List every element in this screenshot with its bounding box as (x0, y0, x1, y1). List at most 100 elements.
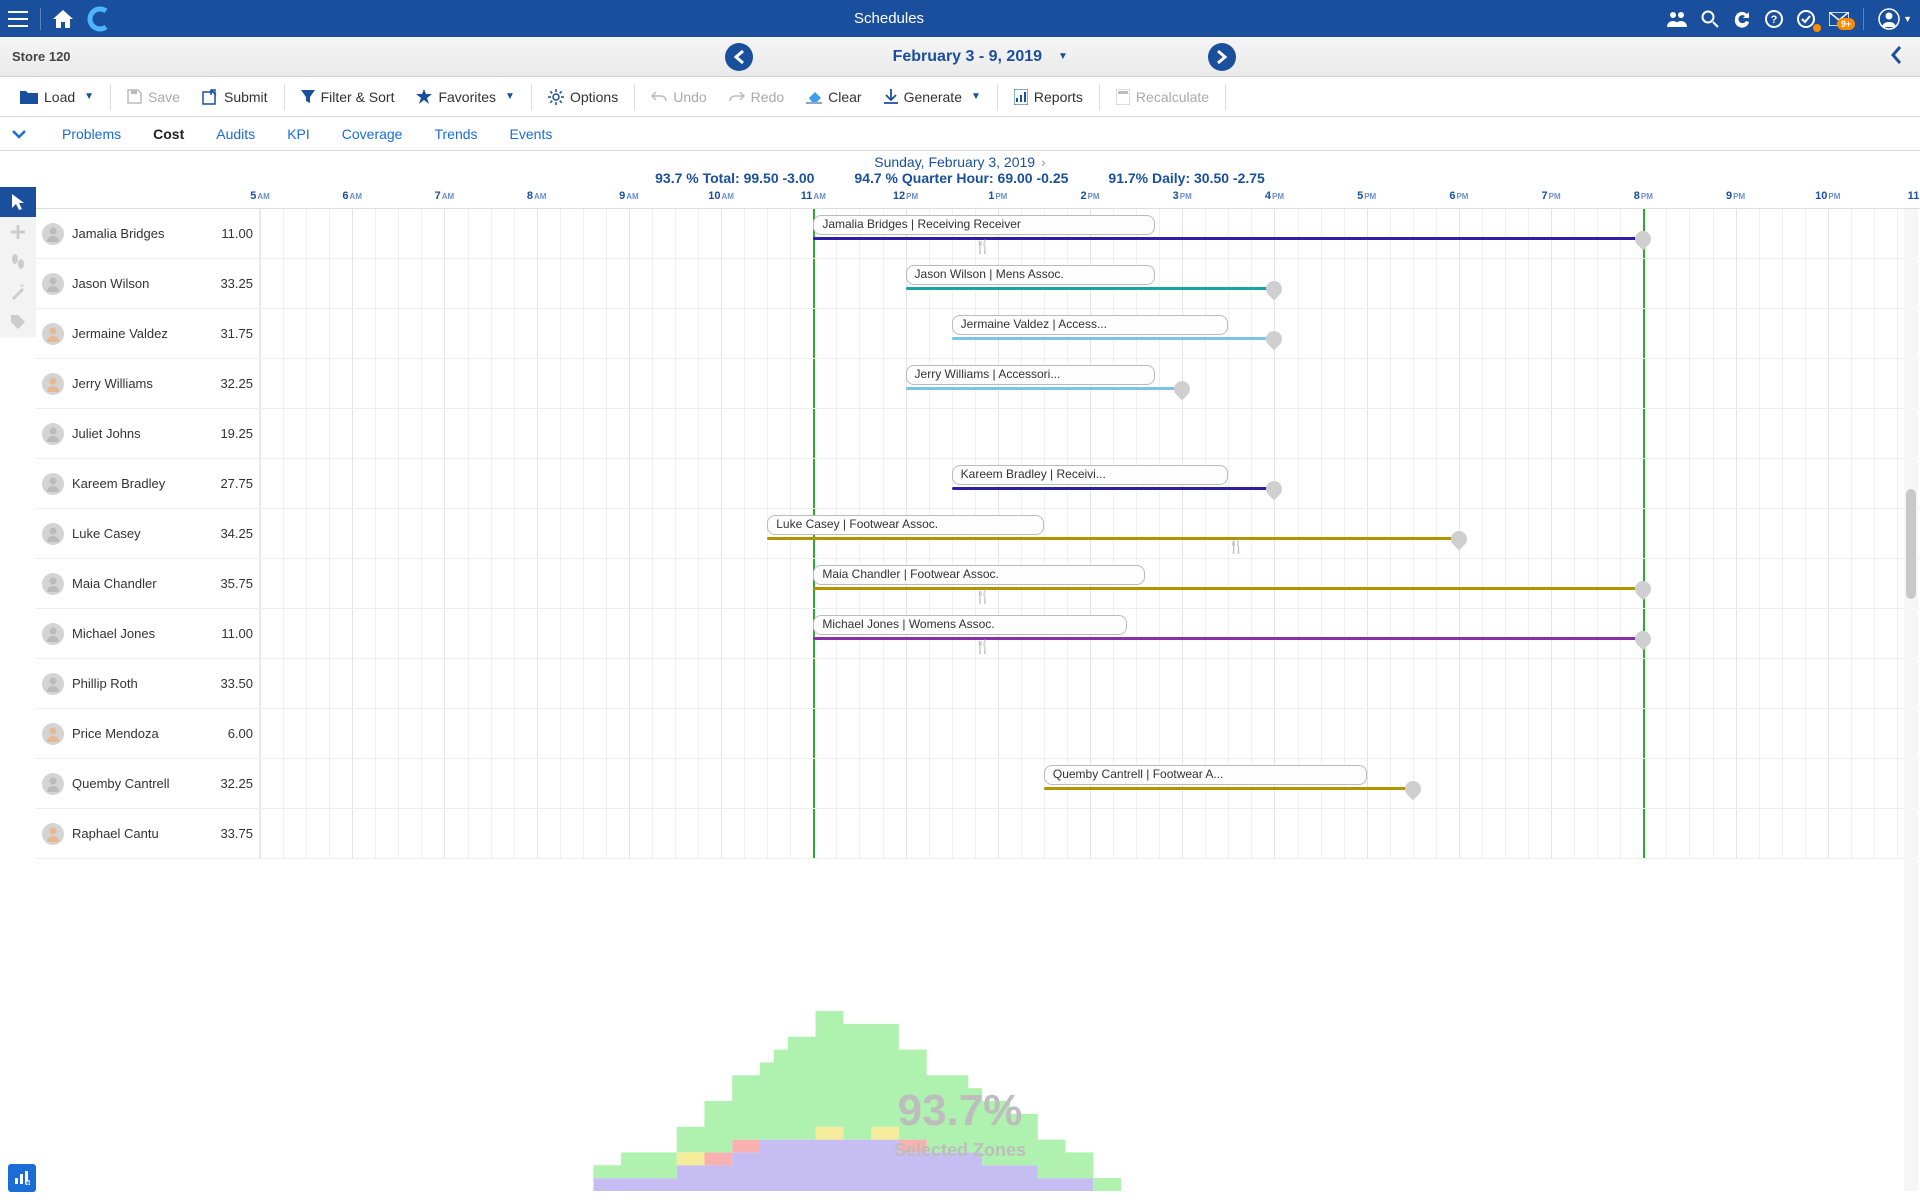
employee-row: Jermaine Valdez 31.75 Jermaine Valdez | … (36, 309, 1920, 359)
tabs: Problems Cost Audits KPI Coverage Trends… (0, 117, 1920, 151)
employee-lane[interactable] (260, 409, 1920, 458)
summary-date[interactable]: Sunday, February 3, 2019› (874, 154, 1046, 170)
shift-end-icon[interactable] (1448, 528, 1471, 551)
mail-icon[interactable]: 9+ (1829, 12, 1849, 26)
avatar (42, 523, 64, 545)
tag-tool[interactable] (0, 307, 36, 337)
employee-name[interactable]: Jerry Williams (72, 376, 205, 391)
store-label: Store 120 (12, 49, 71, 64)
employee-lane[interactable] (260, 809, 1920, 858)
check-icon[interactable] (1797, 10, 1815, 28)
ghost-label: Selected Zones (894, 1140, 1026, 1161)
employee-name[interactable]: Kareem Bradley (72, 476, 205, 491)
scrollbar-track[interactable] (1904, 209, 1918, 1191)
app-logo[interactable] (85, 6, 111, 32)
employee-hours: 27.75 (213, 476, 259, 491)
collapse-panel-icon[interactable] (1890, 45, 1908, 68)
employee-name[interactable]: Luke Casey (72, 526, 205, 541)
employee-lane[interactable]: Kareem Bradley | Receivi... (260, 459, 1920, 508)
employee-lane[interactable]: Quemby Cantrell | Footwear A... (260, 759, 1920, 808)
tab-audits[interactable]: Audits (214, 122, 257, 146)
tab-trends[interactable]: Trends (432, 122, 479, 146)
scrollbar-thumb[interactable] (1906, 489, 1916, 599)
shift-bar (952, 487, 1275, 490)
people-icon[interactable] (1667, 11, 1687, 27)
employee-name[interactable]: Jason Wilson (72, 276, 205, 291)
home-icon[interactable] (53, 10, 73, 28)
employee-lane[interactable]: Jerry Williams | Accessori... (260, 359, 1920, 408)
employee-lane[interactable]: Maia Chandler | Footwear Assoc.🍴 (260, 559, 1920, 608)
refresh-icon[interactable] (1733, 10, 1751, 28)
shift-end-icon[interactable] (1263, 328, 1286, 351)
employee-lane[interactable]: Jason Wilson | Mens Assoc. (260, 259, 1920, 308)
tab-coverage[interactable]: Coverage (340, 122, 405, 146)
shift-block[interactable]: Jerry Williams | Accessori... (906, 365, 1155, 385)
employee-name[interactable]: Quemby Cantrell (72, 776, 205, 791)
tab-kpi[interactable]: KPI (285, 122, 312, 146)
options-button[interactable]: Options (538, 85, 628, 109)
toolbar: Load▼ Save Submit Filter & Sort Favorite… (0, 77, 1920, 117)
shift-end-icon[interactable] (1171, 378, 1194, 401)
hamburger-icon[interactable] (8, 11, 28, 27)
shift-end-icon[interactable] (1632, 628, 1655, 651)
employee-name[interactable]: Raphael Cantu (72, 826, 205, 841)
user-menu-icon[interactable]: ▼ (1878, 8, 1912, 30)
employee-hours: 19.25 (213, 426, 259, 441)
employee-lane[interactable]: Michael Jones | Womens Assoc.🍴 (260, 609, 1920, 658)
employee-lane[interactable]: Jamalia Bridges | Receiving Receiver 🍴 (260, 209, 1920, 258)
favorites-button[interactable]: Favorites▼ (406, 85, 524, 109)
generate-button[interactable]: Generate▼ (874, 85, 991, 109)
employee-row: Raphael Cantu 33.75 (36, 809, 1920, 859)
employee-name[interactable]: Maia Chandler (72, 576, 205, 591)
date-range-picker[interactable]: February 3 - 9, 2019▼ (893, 48, 1068, 66)
shift-end-icon[interactable] (1632, 228, 1655, 251)
employee-name[interactable]: Jamalia Bridges (72, 226, 205, 241)
employee-lane[interactable]: Luke Casey | Footwear Assoc.🍴 (260, 509, 1920, 558)
shift-block[interactable]: Kareem Bradley | Receivi... (952, 465, 1229, 485)
meal-icon: 🍴 (975, 239, 991, 255)
shift-block[interactable]: Maia Chandler | Footwear Assoc. (813, 565, 1145, 585)
employee-name[interactable]: Juliet Johns (72, 426, 205, 441)
tab-expand-icon[interactable] (6, 126, 32, 142)
tab-problems[interactable]: Problems (60, 122, 123, 146)
employee-lane[interactable]: Jermaine Valdez | Access... (260, 309, 1920, 358)
employee-hours: 32.25 (213, 776, 259, 791)
employee-name[interactable]: Michael Jones (72, 626, 205, 641)
reports-button[interactable]: Reports (1004, 85, 1093, 109)
next-week-button[interactable] (1208, 43, 1236, 71)
add-tool[interactable] (0, 217, 36, 247)
help-icon[interactable]: ? (1765, 10, 1783, 28)
footprint-tool[interactable] (0, 247, 36, 277)
shift-block[interactable]: Jermaine Valdez | Access... (952, 315, 1229, 335)
shift-block[interactable]: Luke Casey | Footwear Assoc. (767, 515, 1044, 535)
employee-name[interactable]: Phillip Roth (72, 676, 205, 691)
tab-events[interactable]: Events (508, 122, 555, 146)
chart-fab[interactable] (8, 1164, 36, 1192)
prev-week-button[interactable] (725, 43, 753, 71)
avatar (42, 623, 64, 645)
submit-button[interactable]: Submit (192, 85, 278, 109)
employee-lane[interactable] (260, 709, 1920, 758)
shift-end-icon[interactable] (1263, 278, 1286, 301)
shift-end-icon[interactable] (1632, 578, 1655, 601)
wand-tool[interactable] (0, 277, 36, 307)
shift-block[interactable]: Jamalia Bridges | Receiving Receiver (813, 215, 1154, 235)
shift-block[interactable]: Michael Jones | Womens Assoc. (813, 615, 1127, 635)
employee-lane[interactable] (260, 659, 1920, 708)
clear-button[interactable]: Clear (796, 85, 871, 109)
shift-end-icon[interactable] (1263, 478, 1286, 501)
pointer-tool[interactable] (0, 187, 36, 217)
tab-cost[interactable]: Cost (151, 122, 186, 146)
shift-end-icon[interactable] (1401, 778, 1424, 801)
divider (40, 8, 41, 30)
search-icon[interactable] (1701, 10, 1719, 28)
subheader: Store 120 February 3 - 9, 2019▼ (0, 37, 1920, 77)
load-button[interactable]: Load▼ (10, 85, 104, 109)
shift-block[interactable]: Jason Wilson | Mens Assoc. (906, 265, 1155, 285)
filter-button[interactable]: Filter & Sort (291, 85, 405, 109)
employee-name[interactable]: Jermaine Valdez (72, 326, 205, 341)
employee-hours: 34.25 (213, 526, 259, 541)
employee-row: Quemby Cantrell 32.25 Quemby Cantrell | … (36, 759, 1920, 809)
employee-name[interactable]: Price Mendoza (72, 726, 205, 741)
shift-block[interactable]: Quemby Cantrell | Footwear A... (1044, 765, 1367, 785)
